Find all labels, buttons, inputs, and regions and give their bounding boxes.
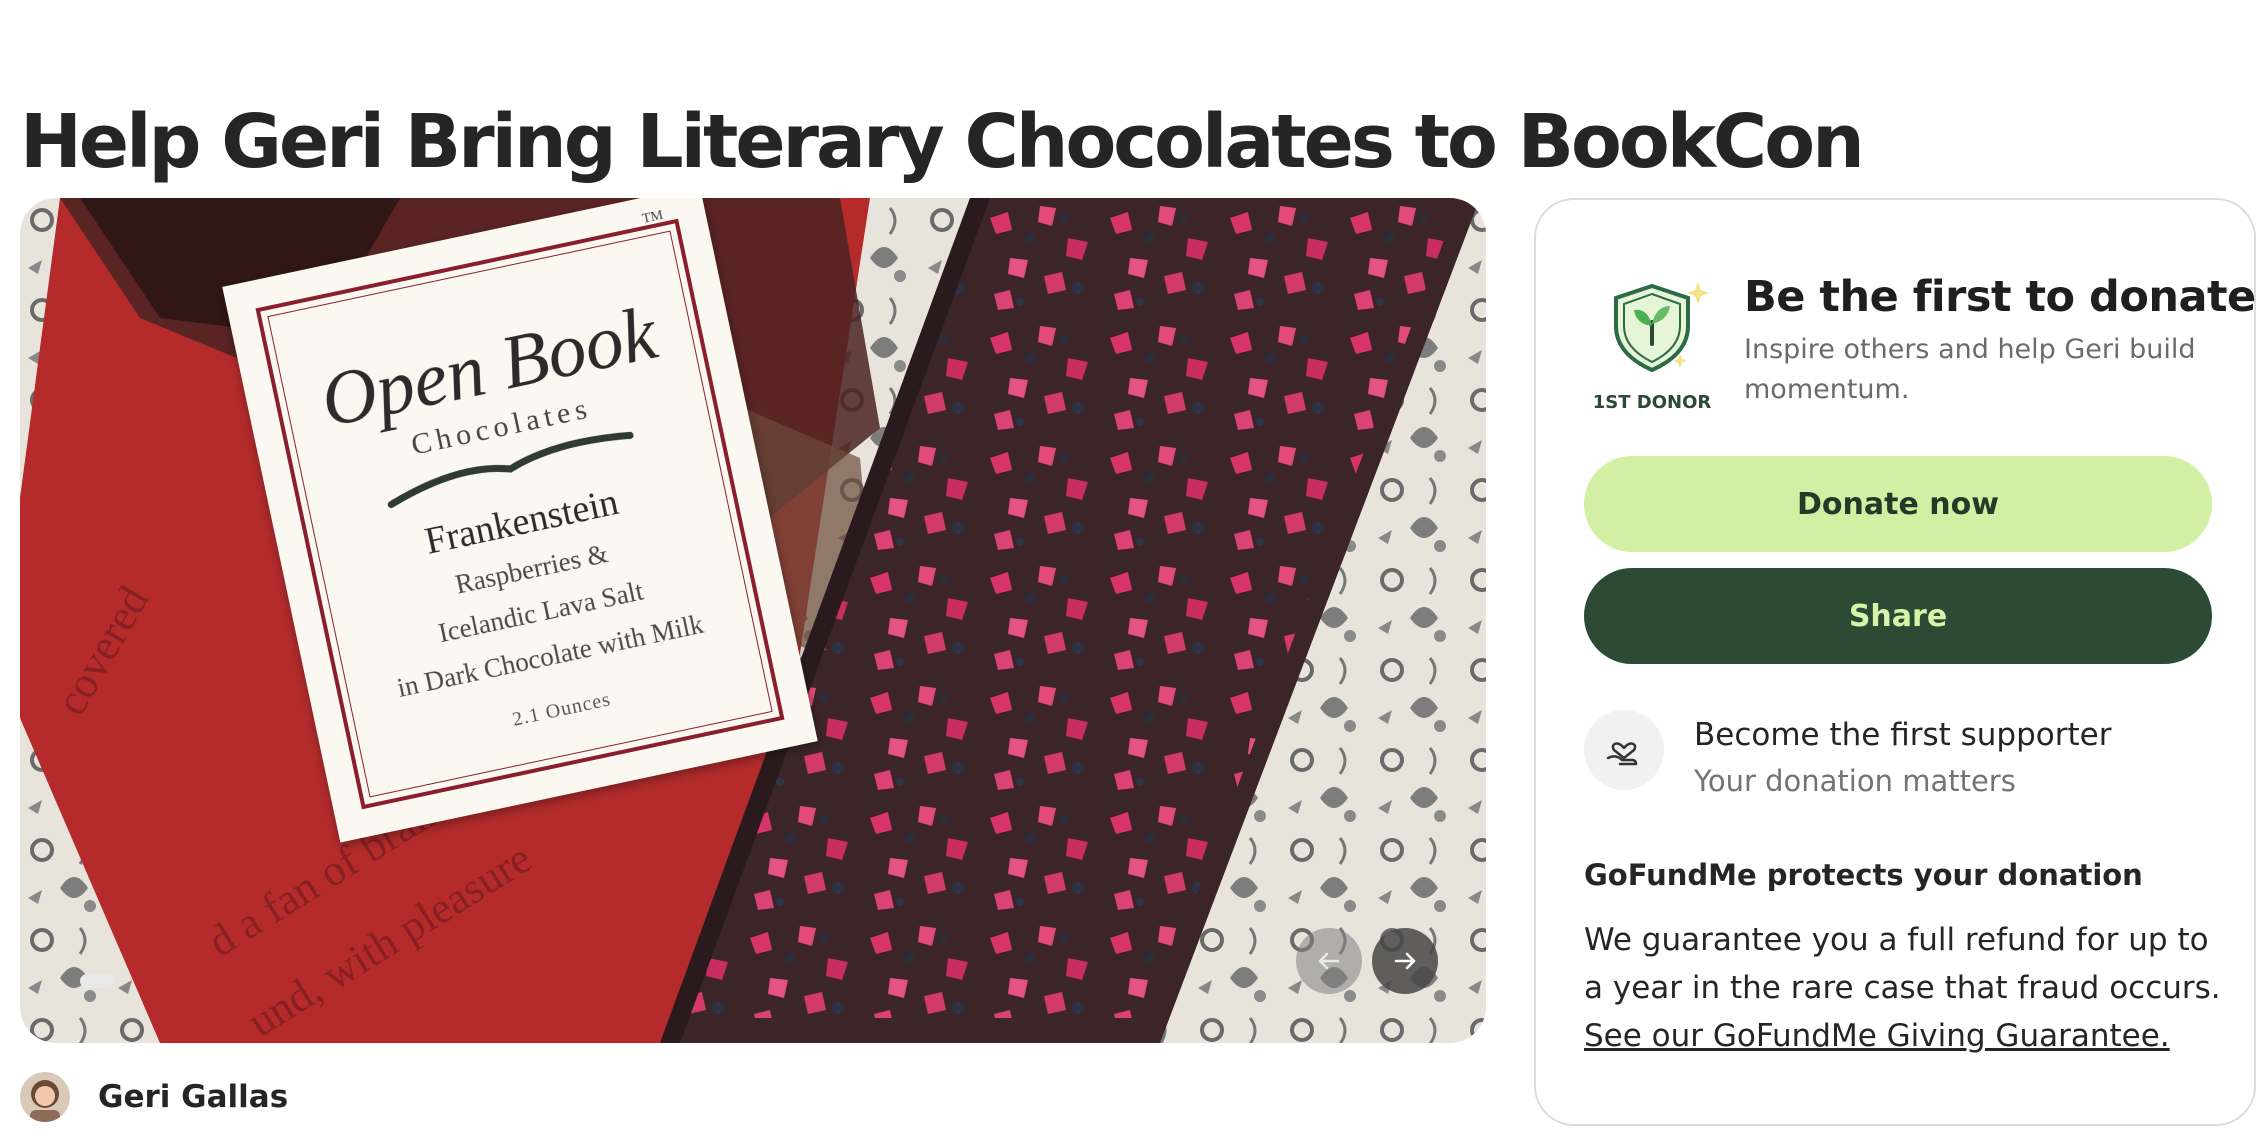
first-supporter-row: Become the first supporter Your donation…: [1584, 710, 2111, 804]
share-button[interactable]: Share: [1584, 568, 2212, 664]
campaign-hero-image[interactable]: d a fan of brain und, with pleasure cove…: [20, 198, 1486, 1043]
first-donate-title: Be the first to donate: [1744, 272, 2256, 322]
first-donor-badge: 1ST DONOR: [1592, 278, 1712, 413]
product-desc-line-1: Raspberries &: [452, 537, 611, 600]
carousel-prev-button[interactable]: [1296, 928, 1362, 994]
product-desc-line-2: Icelandic Lava Salt: [435, 575, 646, 649]
donate-now-button[interactable]: Donate now: [1584, 456, 2212, 552]
badge-label: 1ST DONOR: [1592, 392, 1712, 413]
carousel-indicator[interactable]: [80, 974, 114, 988]
supporter-title: Become the first supporter: [1694, 717, 2112, 753]
trademark-mark: TM: [640, 207, 665, 227]
carousel-next-button[interactable]: [1372, 928, 1438, 994]
protection-title: GoFundMe protects your donation: [1584, 858, 2143, 892]
organizer-row: Geri Gallas: [20, 1072, 288, 1122]
page-title: Help Geri Bring Literary Chocolates to B…: [20, 98, 1865, 185]
protection-text: We guarantee you a full refund for up to…: [1584, 922, 2221, 1006]
giving-guarantee-link[interactable]: See our GoFundMe Giving Guarantee.: [1584, 1018, 2170, 1054]
avatar-image: [20, 1072, 70, 1122]
product-weight: 2.1 Ounces: [510, 688, 613, 732]
supporter-subtitle: Your donation matters: [1694, 764, 2016, 798]
arrow-left-icon: [1318, 952, 1340, 970]
organizer-name[interactable]: Geri Gallas: [98, 1079, 288, 1115]
shield-sprout-icon: [1614, 282, 1709, 373]
product-desc-line-3: in Dark Chocolate with Milk: [394, 608, 706, 703]
arrow-right-icon: [1394, 952, 1416, 970]
brand-subtitle: Chocolates: [408, 391, 595, 462]
first-donate-subtitle: Inspire others and help Geri build momen…: [1744, 334, 2196, 405]
hand-heart-icon: [1584, 710, 1664, 790]
protection-body: We guarantee you a full refund for up to…: [1584, 916, 2224, 1060]
brand-name: Open Book: [313, 290, 664, 444]
flourish-ornament: [387, 431, 634, 509]
avatar[interactable]: [20, 1072, 70, 1122]
product-name: Frankenstein: [421, 480, 623, 563]
donate-panel: 1ST DONOR Be the first to donate Inspire…: [1534, 198, 2256, 1126]
